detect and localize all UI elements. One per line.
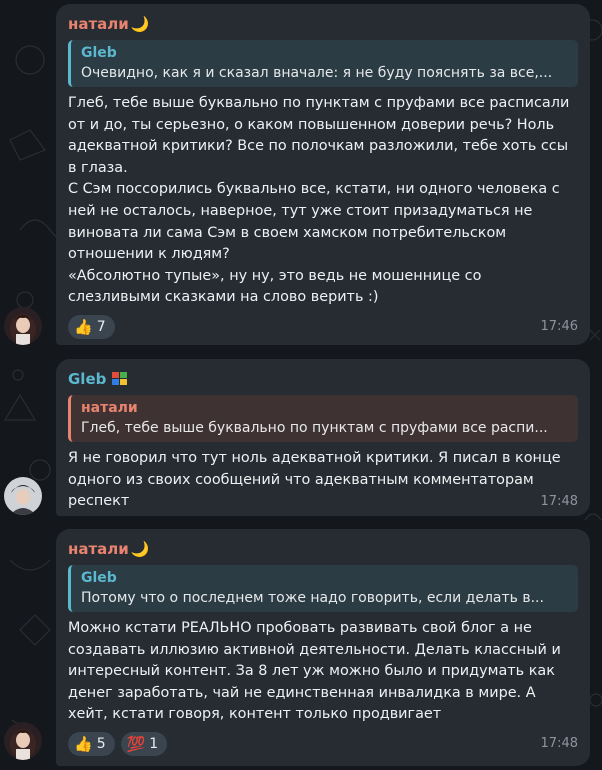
message-bubble[interactable]: Gleb натали Глеб, тебе выше буквально по… — [56, 359, 590, 516]
sender-name[interactable]: Gleb — [68, 369, 578, 389]
message-text: Можно кстати РЕАЛЬНО пробовать развивать… — [68, 618, 578, 726]
message-line: ней не осталось, наверное, тут уже стоит… — [68, 202, 533, 219]
reply-sender-name: натали — [81, 400, 138, 416]
message-time: 17:48 — [540, 736, 578, 752]
reply-sender-name: Gleb — [81, 45, 117, 61]
message-line: хейт, кстати говоря, контент только прод… — [68, 706, 442, 723]
hundred-points-icon: 💯 — [126, 734, 146, 753]
reply-sender-name: Gleb — [81, 570, 117, 586]
message-time: 17:48 — [540, 494, 578, 510]
message-line: респект — [68, 493, 130, 510]
avatar-gleb[interactable] — [4, 477, 42, 515]
message-line: С Сэм поссорились буквально все, кстати,… — [68, 181, 560, 198]
message-line: отношении к людям? — [68, 246, 230, 263]
reply-quote[interactable]: Gleb Очевидно, как я и сказал вначале: я… — [68, 40, 578, 87]
windows-logo-icon — [111, 371, 129, 387]
reaction-count: 1 — [149, 735, 159, 752]
reaction-count: 7 — [96, 318, 106, 335]
message-bubble[interactable]: натали 🌙 Gleb Очевидно, как я и сказал в… — [56, 4, 590, 345]
message-line: Я не говорил что тут ноль адекватной кри… — [68, 450, 561, 466]
reply-quote[interactable]: натали Глеб, тебе выше буквально по пунк… — [68, 395, 578, 442]
message-time: 17:46 — [540, 319, 578, 335]
message-line: одного из своих сообщений что адекватным… — [68, 471, 534, 488]
moon-emoji-icon: 🌙 — [130, 15, 150, 33]
reaction-thumbs-up[interactable]: 👍 5 — [68, 731, 115, 756]
message-line: адекватной критики? Все по полочкам разл… — [68, 138, 569, 155]
moon-emoji-icon: 🌙 — [130, 540, 150, 558]
sender-name-text: Gleb — [68, 370, 107, 388]
sender-name[interactable]: натали 🌙 — [68, 539, 578, 559]
sender-name-text: натали — [68, 15, 129, 33]
reply-quote[interactable]: Gleb Потому что о последнем тоже надо го… — [68, 565, 578, 612]
message-line: интересный контент. За 8 лет уж можно бы… — [68, 663, 555, 680]
message-line: Глеб, тебе выше буквально по пунктам с п… — [68, 95, 570, 111]
sender-name-text: натали — [68, 540, 129, 558]
message-line: денег заработать, чай не единственная ин… — [68, 684, 536, 701]
reaction-thumbs-up[interactable]: 👍 7 — [68, 314, 115, 339]
avatar-natali[interactable] — [4, 722, 42, 760]
message-line: «Абсолютно тупые», ну ну, это ведь не мо… — [68, 267, 482, 284]
reaction-count: 5 — [96, 735, 106, 752]
reaction-hundred[interactable]: 💯 1 — [120, 731, 168, 756]
reply-text: Потому что о последнем тоже надо говорит… — [81, 590, 544, 606]
message-text: Я не говорил что тут ноль адекватной кри… — [68, 448, 578, 513]
message-line: Можно кстати РЕАЛЬНО пробовать развивать… — [68, 620, 532, 636]
sender-name[interactable]: натали 🌙 — [68, 14, 578, 34]
thumbs-up-icon: 👍 — [74, 317, 93, 336]
message-line: виновата ли сама Сэм в своем хамском пот… — [68, 224, 507, 241]
message-line: от и до, ты серьезно, о каком повышенном… — [68, 116, 555, 133]
avatar-natali[interactable] — [4, 307, 42, 345]
reply-text: Очевидно, как я и сказал вначале: я не б… — [81, 65, 553, 81]
message-line: создавать иллюзию активной деятельности.… — [68, 641, 561, 658]
reply-text: Глеб, тебе выше буквально по пунктам с п… — [81, 420, 548, 436]
message-bubble[interactable]: натали 🌙 Gleb Потому что о последнем тож… — [56, 529, 590, 766]
message-line: слезливыми сказками на слово верить :) — [68, 289, 379, 306]
thumbs-up-icon: 👍 — [74, 734, 93, 753]
message-text: Глеб, тебе выше буквально по пунктам с п… — [68, 93, 578, 309]
message-line: в глаза. — [68, 159, 128, 176]
